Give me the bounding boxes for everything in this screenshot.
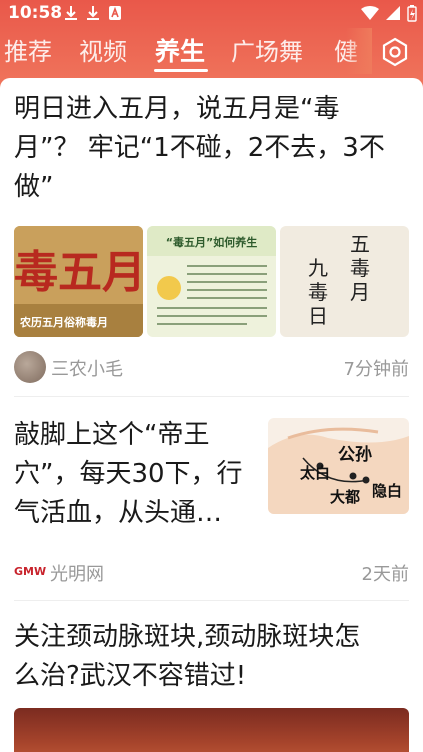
active-tab-indicator: [154, 69, 208, 72]
article-image[interactable]: [14, 708, 409, 752]
wifi-icon: [361, 6, 379, 20]
article-image[interactable]: 毒五月 农历五月俗称毒月: [14, 226, 143, 337]
tab-recommend[interactable]: 推荐: [4, 32, 52, 67]
article-title[interactable]: 明日进入五月，说五月是“毒 月”？ 牢记“1不碰，2不去，3不 做”: [14, 90, 414, 207]
gear-icon: [382, 37, 408, 67]
article-time: 7分钟前: [343, 359, 409, 380]
app-notification-icon: [109, 6, 121, 20]
download-icon: [87, 6, 99, 20]
article-image[interactable]: 五 毒 月 九 毒 日: [280, 226, 409, 337]
article-title[interactable]: 关注颈动脉斑块,颈动脉斑块怎 么治?武汉不容错过!: [14, 618, 414, 696]
article-image[interactable]: “毒五月”如何养生: [147, 226, 276, 337]
battery-icon: [407, 5, 417, 22]
signal-icon: [386, 6, 400, 20]
download-icon: [65, 6, 77, 20]
article-time: 2天前: [361, 564, 409, 585]
tab-health[interactable]: 养生: [155, 32, 205, 68]
article-image[interactable]: 公孙 太白 大都 隐白: [268, 418, 409, 514]
channel-settings-button[interactable]: [374, 34, 416, 70]
status-bar: 10:58: [0, 0, 423, 28]
news-feed[interactable]: 明日进入五月，说五月是“毒 月”？ 牢记“1不碰，2不去，3不 做” 毒五月 农…: [0, 78, 423, 752]
notification-icons: [64, 5, 122, 21]
article-source[interactable]: 三农小毛: [51, 355, 123, 381]
text-lines-graphic: [157, 265, 267, 325]
avatar[interactable]: [14, 351, 46, 383]
article-source[interactable]: 光明网: [50, 560, 104, 586]
divider: [14, 396, 409, 397]
tab-square-dance[interactable]: 广场舞: [231, 32, 303, 67]
article-title[interactable]: 敲脚上这个“帝王 穴”，每天30下，行 气活血，从头通…: [14, 416, 269, 533]
status-time: 10:58: [8, 3, 63, 23]
tab-video[interactable]: 视频: [79, 32, 127, 67]
source-logo: GMW: [14, 565, 47, 578]
tabs-fade: [346, 28, 372, 74]
system-icons: [361, 5, 417, 22]
divider: [14, 600, 409, 601]
